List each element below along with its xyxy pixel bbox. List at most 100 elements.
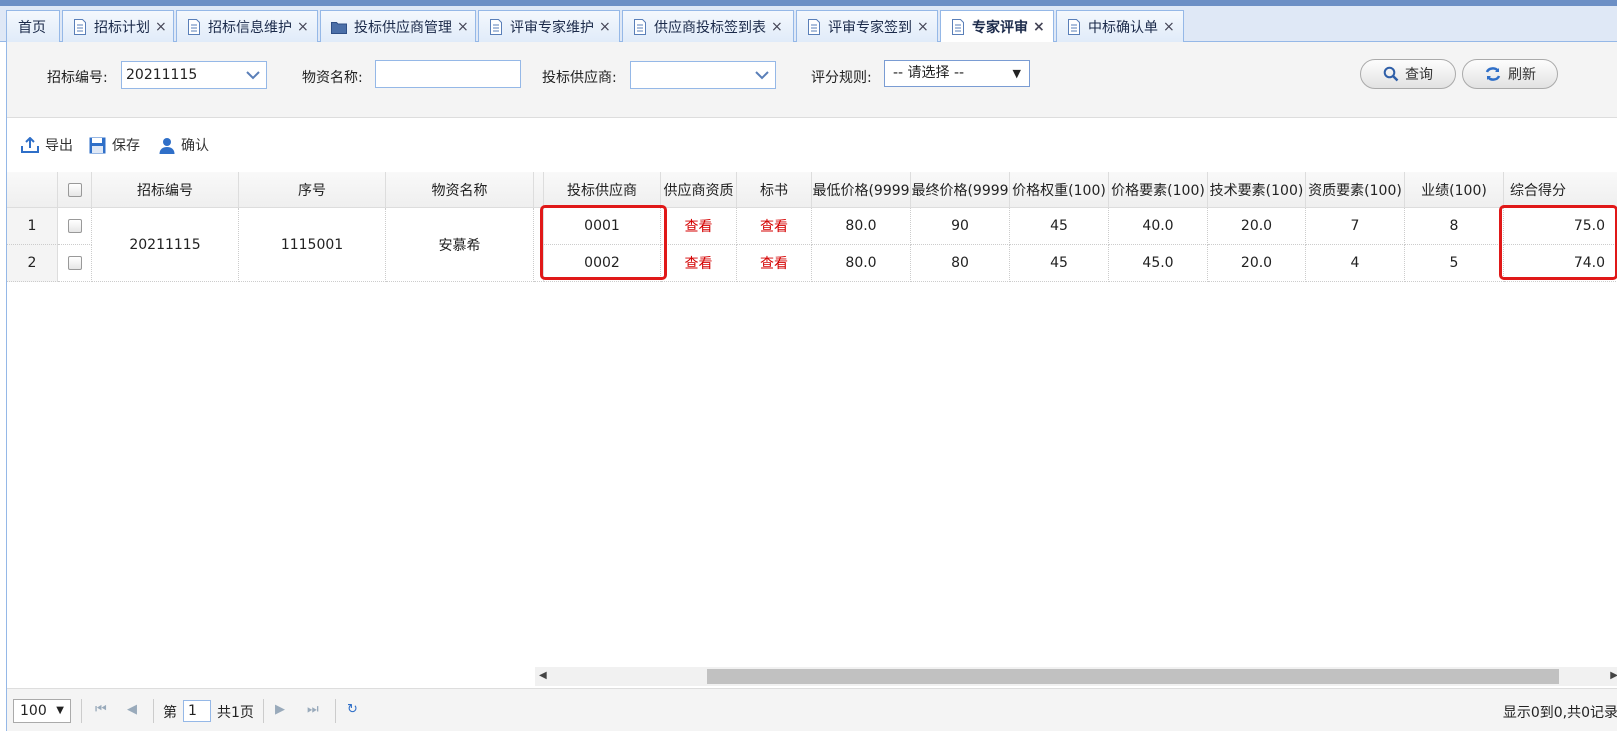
- row-checkbox[interactable]: [67, 256, 82, 270]
- query-button[interactable]: 查询: [1360, 59, 1456, 89]
- tab-home[interactable]: 首页: [6, 10, 60, 42]
- row-number: 1: [7, 208, 58, 245]
- page-size-select[interactable]: 100 ▼: [13, 699, 71, 723]
- price-weight-cell: 45: [1010, 208, 1109, 245]
- next-page-icon[interactable]: ▶: [275, 702, 285, 717]
- price-weight-cell: 45: [1010, 245, 1109, 282]
- column-header[interactable]: 最终价格(9999: [911, 172, 1010, 208]
- final-price-cell: 80: [911, 245, 1010, 282]
- chevron-down-icon[interactable]: [749, 62, 775, 88]
- column-header[interactable]: 综合得分: [1504, 172, 1617, 208]
- view-qualification-link[interactable]: 查看: [661, 245, 737, 282]
- close-icon[interactable]: ×: [297, 19, 309, 35]
- page-total: 共1页: [217, 705, 254, 721]
- column-header[interactable]: 物资名称: [386, 172, 534, 208]
- save-label: 保存: [112, 138, 140, 154]
- column-header[interactable]: 业绩(100): [1405, 172, 1504, 208]
- close-icon[interactable]: ×: [771, 19, 783, 35]
- dropdown-caret-icon: ▼: [56, 705, 64, 716]
- tab-label: 招标计划: [94, 19, 150, 36]
- bid-no-value: 20211115: [126, 67, 198, 83]
- column-header[interactable]: 标书: [737, 172, 812, 208]
- column-header[interactable]: 最低价格(9999: [812, 172, 911, 208]
- column-header[interactable]: 价格要素(100): [1109, 172, 1208, 208]
- column-header[interactable]: 序号: [239, 172, 386, 208]
- tab-expert-maint[interactable]: 评审专家维护 ×: [478, 10, 620, 42]
- tab-label: 评审专家签到: [828, 19, 912, 36]
- tab-supplier-signin[interactable]: 供应商投标签到表 ×: [622, 10, 794, 42]
- tab-label: 首页: [18, 19, 46, 36]
- document-icon: [634, 18, 646, 35]
- view-tender-link[interactable]: 查看: [737, 208, 812, 245]
- row-checkbox[interactable]: [67, 219, 82, 233]
- tab-expert-review[interactable]: 专家评审 ×: [940, 10, 1054, 43]
- close-icon[interactable]: ×: [457, 19, 469, 35]
- seq-cell: 1115001: [239, 208, 386, 282]
- export-button[interactable]: 导出: [21, 135, 73, 155]
- prev-page-icon[interactable]: ◀: [127, 702, 137, 717]
- page-number-input[interactable]: 1: [183, 700, 211, 722]
- tab-label: 专家评审: [972, 20, 1028, 36]
- rule-label: 评分规则:: [811, 70, 872, 86]
- horizontal-scrollbar[interactable]: ◀ ▶: [535, 667, 1617, 686]
- performance-cell: 5: [1405, 245, 1504, 282]
- column-header[interactable]: 招标编号: [92, 172, 239, 208]
- material-label: 物资名称:: [302, 70, 363, 86]
- close-icon[interactable]: ×: [1033, 19, 1045, 35]
- close-icon[interactable]: ×: [599, 19, 611, 35]
- tab-bid-info[interactable]: 招标信息维护 ×: [176, 10, 318, 42]
- first-page-icon[interactable]: ⏮: [95, 702, 107, 717]
- column-header[interactable]: 资质要素(100): [1306, 172, 1405, 208]
- min-price-cell: 80.0: [812, 245, 911, 282]
- view-qualification-link[interactable]: 查看: [661, 208, 737, 245]
- bid-no-label: 招标编号:: [47, 70, 108, 86]
- document-icon: [490, 18, 502, 35]
- qual-factor-cell: 4: [1306, 245, 1405, 282]
- save-icon: [89, 137, 106, 153]
- price-factor-cell: 40.0: [1109, 208, 1208, 245]
- final-price-cell: 90: [911, 208, 1010, 245]
- refresh-icon: [1485, 67, 1501, 81]
- document-icon: [74, 18, 86, 35]
- export-label: 导出: [45, 138, 73, 154]
- tab-bid-plan[interactable]: 招标计划 ×: [62, 10, 174, 42]
- material-input[interactable]: [375, 60, 521, 88]
- total-score-cell: 74.0: [1504, 245, 1617, 282]
- tab-award-confirm[interactable]: 中标确认单 ×: [1056, 10, 1184, 42]
- view-tender-link[interactable]: 查看: [737, 245, 812, 282]
- tab-bar: 首页 招标计划 × 招标信息维护 × 投标供应商管理 × 评审专家维护 × 供应…: [0, 6, 1617, 43]
- close-icon[interactable]: ×: [917, 19, 929, 35]
- reload-icon[interactable]: ↻: [347, 702, 358, 717]
- supplier-combo[interactable]: [630, 61, 776, 89]
- pager-separator: [153, 699, 154, 723]
- scroll-right-icon[interactable]: ▶: [1610, 670, 1617, 681]
- tab-label: 投标供应商管理: [354, 19, 452, 36]
- tech-factor-cell: 20.0: [1208, 245, 1306, 282]
- column-header[interactable]: 投标供应商: [544, 172, 661, 208]
- tab-expert-signin[interactable]: 评审专家签到 ×: [796, 10, 938, 42]
- column-header[interactable]: 供应商资质: [661, 172, 737, 208]
- chevron-down-icon[interactable]: [240, 62, 266, 88]
- save-button[interactable]: 保存: [89, 135, 140, 155]
- query-label: 查询: [1405, 67, 1433, 83]
- select-all-checkbox[interactable]: [67, 182, 82, 197]
- price-factor-cell: 45.0: [1109, 245, 1208, 282]
- column-header[interactable]: 技术要素(100): [1208, 172, 1306, 208]
- supplier-cell: 0002: [544, 245, 661, 282]
- close-icon[interactable]: ×: [1163, 19, 1175, 35]
- action-toolbar: 导出 保存 确认: [7, 118, 1617, 172]
- scroll-left-icon[interactable]: ◀: [539, 670, 547, 681]
- refresh-button[interactable]: 刷新: [1462, 59, 1558, 89]
- close-icon[interactable]: ×: [155, 19, 167, 35]
- document-icon: [952, 19, 964, 35]
- confirm-button[interactable]: 确认: [159, 135, 209, 155]
- column-header[interactable]: 价格权重(100): [1010, 172, 1109, 208]
- tab-supplier-mgmt[interactable]: 投标供应商管理 ×: [320, 10, 476, 42]
- document-icon: [188, 18, 200, 35]
- scrollbar-thumb[interactable]: [707, 669, 1559, 684]
- bid-no-combo[interactable]: 20211115: [121, 61, 267, 89]
- pager-separator: [335, 699, 336, 723]
- material-cell: 安慕希: [386, 208, 534, 282]
- last-page-icon[interactable]: ⏭: [307, 702, 319, 717]
- rule-select[interactable]: -- 请选择 -- ▼: [884, 60, 1030, 87]
